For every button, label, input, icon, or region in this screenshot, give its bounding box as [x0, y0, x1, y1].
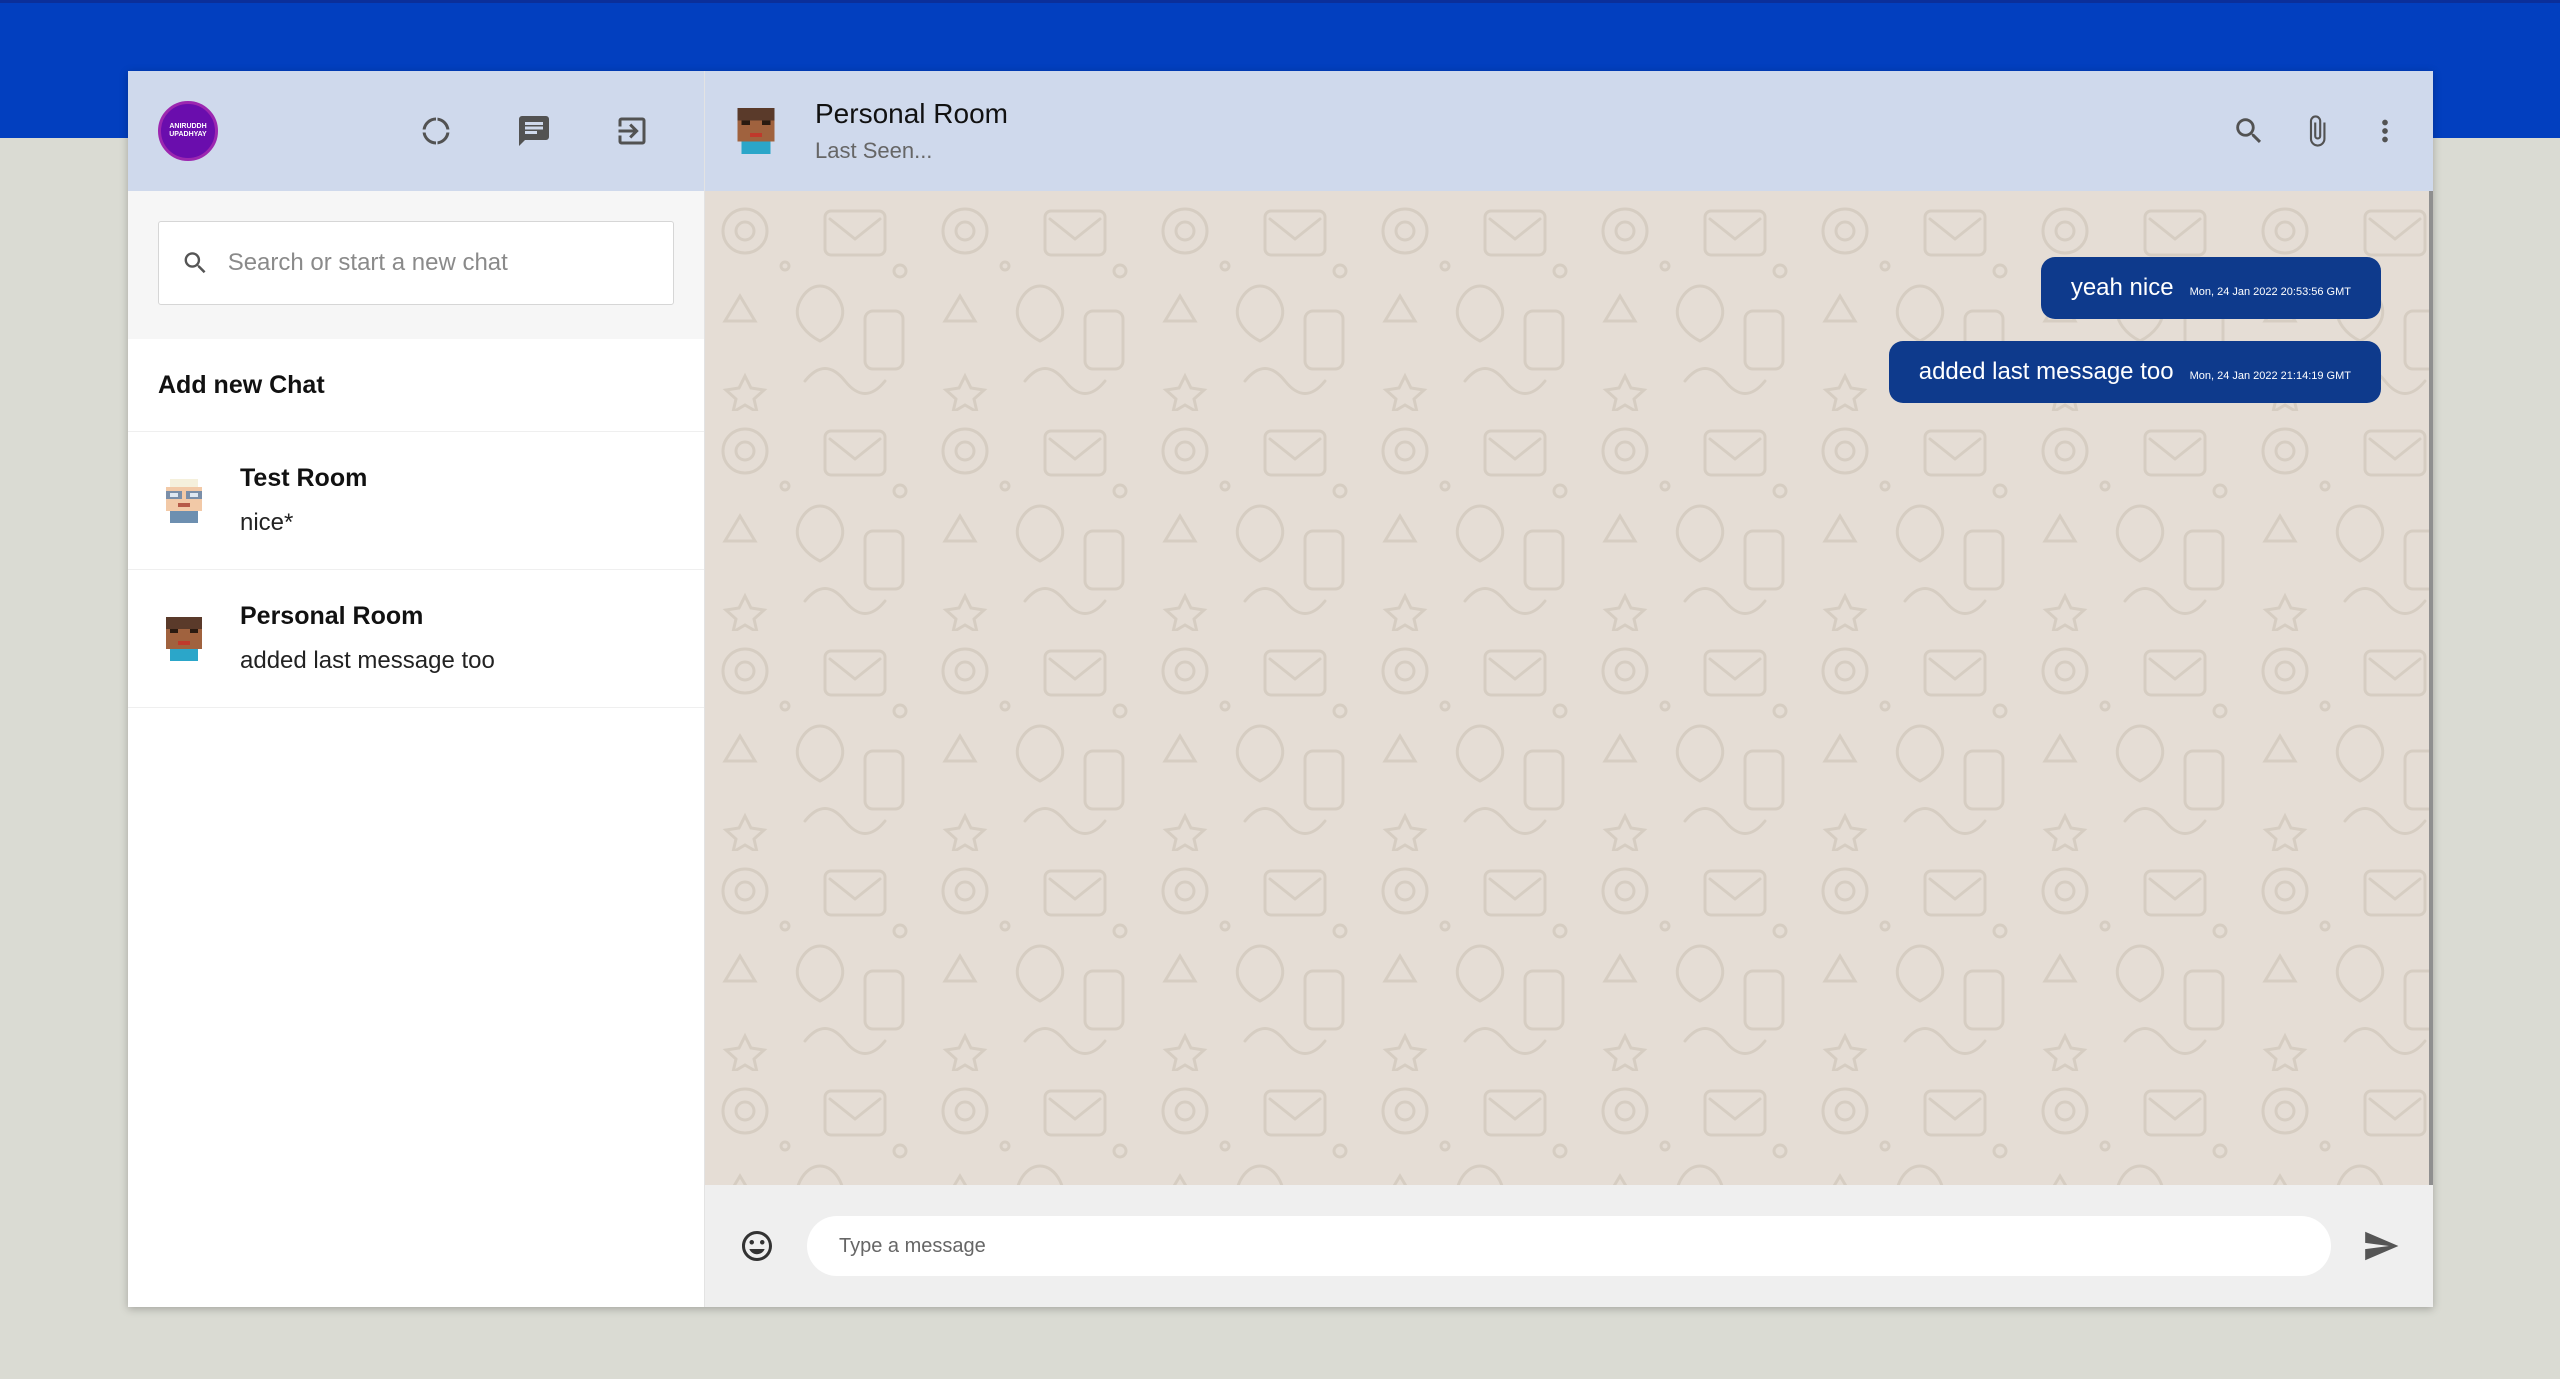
- app-window: ANIRUDDH UPADHYAY Add new Chat: [128, 71, 2433, 1307]
- logout-button[interactable]: [608, 107, 656, 155]
- chat-messages-area[interactable]: yeah nice Mon, 24 Jan 2022 20:53:56 GMT …: [705, 191, 2433, 1185]
- last-seen: Last Seen...: [815, 138, 933, 163]
- sidebar-header: ANIRUDDH UPADHYAY: [128, 71, 704, 191]
- message-bubble[interactable]: yeah nice Mon, 24 Jan 2022 20:53:56 GMT: [2040, 257, 2381, 319]
- chat-name: Personal Room: [240, 602, 424, 630]
- test-room-avatar: [166, 478, 202, 523]
- room-avatar[interactable]: [729, 104, 783, 158]
- message-timestamp: Mon, 24 Jan 2022 21:14:19 GMT: [2189, 370, 2351, 382]
- chat-header: Personal Room Last Seen...: [705, 71, 2433, 191]
- send-icon: [2365, 1231, 2399, 1261]
- personal-room-avatar: [166, 616, 202, 661]
- search-container: [128, 191, 704, 339]
- chat-name: Test Room: [240, 464, 368, 492]
- chat-last-message: added last message too: [240, 647, 495, 674]
- emoji-button[interactable]: [733, 1222, 781, 1270]
- message-bubble[interactable]: added last message too Mon, 24 Jan 2022 …: [1888, 341, 2381, 403]
- chat-icon: [519, 116, 549, 146]
- user-avatar-logo[interactable]: ANIRUDDH UPADHYAY: [158, 101, 218, 161]
- sidebar: ANIRUDDH UPADHYAY Add new Chat: [128, 71, 705, 1307]
- send-button[interactable]: [2357, 1222, 2405, 1270]
- message-composer: [705, 1185, 2433, 1307]
- chat-header-actions: [2225, 107, 2409, 155]
- exit-icon: [618, 117, 646, 145]
- search-icon: [2236, 118, 2262, 144]
- smiley-icon: [742, 1231, 772, 1261]
- sidebar-header-actions: [412, 107, 656, 155]
- more-options-button[interactable]: [2361, 107, 2409, 155]
- chat-item-text: Personal Room added last message too: [240, 602, 495, 675]
- search-box[interactable]: [158, 221, 674, 305]
- message-input-wrapper: [807, 1216, 2331, 1276]
- chat-panel: Personal Room Last Seen... yeah nice Mon…: [705, 71, 2433, 1307]
- add-new-chat-button[interactable]: Add new Chat: [128, 339, 704, 432]
- search-messages-button[interactable]: [2225, 107, 2273, 155]
- more-vert-icon: [2382, 119, 2388, 143]
- message-list: yeah nice Mon, 24 Jan 2022 20:53:56 GMT …: [1888, 257, 2381, 403]
- attach-button[interactable]: [2293, 107, 2341, 155]
- paperclip-icon: [2309, 115, 2326, 147]
- chat-list-item[interactable]: Personal Room added last message too: [128, 570, 704, 708]
- room-info: Personal Room Last Seen...: [815, 98, 1008, 164]
- chat-last-message: nice*: [240, 509, 294, 536]
- status-button[interactable]: [412, 107, 460, 155]
- search-input[interactable]: [225, 248, 651, 278]
- status-icon: [422, 117, 450, 145]
- new-chat-button[interactable]: [510, 107, 558, 155]
- room-name: Personal Room: [815, 98, 1008, 129]
- message-text: added last message too: [1918, 358, 2174, 385]
- message-text: yeah nice: [2070, 274, 2174, 301]
- message-timestamp: Mon, 24 Jan 2022 20:53:56 GMT: [2189, 286, 2351, 298]
- chat-item-text: Test Room nice*: [240, 464, 367, 537]
- chat-list-item[interactable]: Test Room nice*: [128, 432, 704, 570]
- message-input[interactable]: [837, 1233, 2301, 1259]
- search-icon: [184, 252, 206, 274]
